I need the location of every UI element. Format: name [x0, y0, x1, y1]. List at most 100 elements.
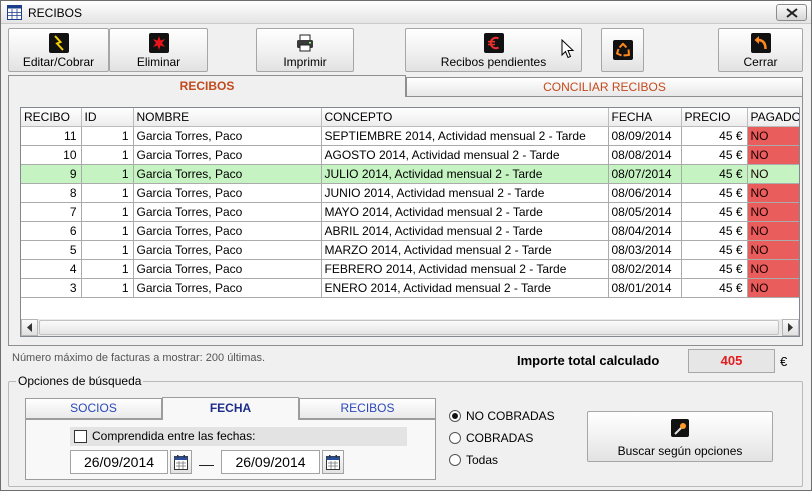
radio-no-cobradas[interactable] [449, 410, 461, 422]
cell-id: 1 [80, 183, 134, 203]
table-row[interactable]: 3 1 Garcia Torres, Paco ENERO 2014, Acti… [21, 278, 799, 298]
table-row[interactable]: 10 1 Garcia Torres, Paco AGOSTO 2014, Ac… [21, 145, 799, 165]
table-row[interactable]: 4 1 Garcia Torres, Paco FEBRERO 2014, Ac… [21, 259, 799, 279]
cell-nombre: Garcia Torres, Paco [132, 183, 322, 203]
cell-precio: 45 € [680, 145, 748, 165]
cell-nombre: Garcia Torres, Paco [132, 126, 322, 146]
close-label: Cerrar [743, 55, 778, 69]
cell-fecha: 08/02/2014 [607, 259, 682, 279]
calendar-icon [174, 455, 188, 470]
table-row[interactable]: 8 1 Garcia Torres, Paco JUNIO 2014, Acti… [21, 183, 799, 203]
date-from-calendar-button[interactable] [170, 450, 192, 474]
print-label: Imprimir [283, 55, 327, 69]
tab-fecha[interactable]: FECHA [162, 397, 299, 420]
delete-label: Eliminar [136, 55, 181, 69]
cell-precio: 45 € [680, 278, 748, 298]
exit-arrow-icon [750, 33, 771, 53]
cell-pagado: NO [746, 202, 799, 222]
table-row[interactable]: 11 1 Garcia Torres, Paco SEPTIEMBRE 2014… [21, 126, 799, 146]
cell-precio: 45 € [680, 221, 748, 241]
radio-todas[interactable] [449, 454, 461, 466]
column-header-precio[interactable]: PRECIO [680, 108, 748, 127]
cell-recibo: 4 [21, 259, 82, 279]
scroll-left-button[interactable] [21, 319, 38, 336]
table-row[interactable]: 6 1 Garcia Torres, Paco ABRIL 2014, Acti… [21, 221, 799, 241]
cell-concepto: SEPTIEMBRE 2014, Actividad mensual 2 - T… [320, 126, 609, 146]
column-header-recibo[interactable]: RECIBO [21, 108, 82, 127]
cell-concepto: ABRIL 2014, Actividad mensual 2 - Tarde [320, 221, 609, 241]
column-header-concepto[interactable]: CONCEPTO [320, 108, 609, 127]
column-header-id[interactable]: ID [80, 108, 134, 127]
cell-nombre: Garcia Torres, Paco [132, 259, 322, 279]
cell-fecha: 08/07/2014 [607, 164, 682, 184]
column-header-nombre[interactable]: NOMBRE [132, 108, 322, 127]
column-header-fecha[interactable]: FECHA [607, 108, 682, 127]
cell-precio: 45 € [680, 183, 748, 203]
cell-concepto: JULIO 2014, Actividad mensual 2 - Tarde [320, 164, 609, 184]
max-invoices-note: Número máximo de facturas a mostrar: 200… [12, 352, 266, 364]
scrollbar-thumb[interactable] [39, 320, 779, 335]
receipts-grid[interactable]: RECIBO ID NOMBRE CONCEPTO FECHA PRECIO P… [20, 107, 800, 337]
lightning-icon [48, 33, 69, 53]
date-to-field[interactable]: 26/09/2014 [221, 450, 320, 474]
date-range-checkbox[interactable] [74, 430, 87, 443]
printer-icon [297, 34, 313, 52]
table-row[interactable]: 7 1 Garcia Torres, Paco MAYO 2014, Activ… [21, 202, 799, 222]
horizontal-scrollbar[interactable] [21, 319, 799, 336]
cell-id: 1 [80, 221, 134, 241]
total-label: Importe total calculado [517, 353, 660, 368]
pending-receipts-button[interactable]: Recibos pendientes [405, 28, 582, 72]
cell-fecha: 08/04/2014 [607, 221, 682, 241]
cell-precio: 45 € [680, 126, 748, 146]
euro-icon [483, 33, 504, 53]
radio-cobradas[interactable] [449, 432, 461, 444]
arrow-left-icon [27, 323, 32, 332]
radio-cobradas-label[interactable]: COBRADAS [466, 431, 533, 445]
window-title: RECIBOS [28, 6, 83, 20]
total-value: 405 [688, 349, 775, 373]
cell-fecha: 08/08/2014 [607, 145, 682, 165]
cell-nombre: Garcia Torres, Paco [132, 278, 322, 298]
window-close-button[interactable] [776, 4, 807, 21]
cell-nombre: Garcia Torres, Paco [132, 164, 322, 184]
date-range-label[interactable]: Comprendida entre las fechas: [92, 429, 255, 443]
cell-pagado: NO [746, 259, 799, 279]
tab-conciliar-recibos[interactable]: CONCILIAR RECIBOS [406, 77, 803, 97]
cell-precio: 45 € [680, 164, 748, 184]
search-button-label: Buscar según opciones [617, 444, 743, 458]
search-options-title: Opciones de búsqueda [16, 374, 144, 388]
cell-pagado: NO [746, 240, 799, 260]
delete-button[interactable]: Eliminar [109, 28, 208, 72]
edit-charge-label: Editar/Cobrar [22, 55, 95, 69]
edit-charge-button[interactable]: Editar/Cobrar [8, 28, 109, 72]
cell-id: 1 [80, 259, 134, 279]
cell-concepto: JUNIO 2014, Actividad mensual 2 - Tarde [320, 183, 609, 203]
cell-nombre: Garcia Torres, Paco [132, 221, 322, 241]
receipts-table: RECIBO ID NOMBRE CONCEPTO FECHA PRECIO P… [21, 108, 799, 298]
close-button[interactable]: Cerrar [718, 28, 803, 72]
cell-recibo: 8 [21, 183, 82, 203]
date-range-separator [199, 465, 214, 466]
refresh-button[interactable] [601, 28, 644, 72]
table-row[interactable]: 9 1 Garcia Torres, Paco JULIO 2014, Acti… [21, 164, 799, 184]
scroll-right-button[interactable] [782, 319, 799, 336]
tab-socios[interactable]: SOCIOS [25, 398, 162, 419]
date-from-field[interactable]: 26/09/2014 [70, 450, 168, 474]
table-header-row: RECIBO ID NOMBRE CONCEPTO FECHA PRECIO P… [21, 108, 799, 127]
tab-recibos[interactable]: RECIBOS [8, 75, 406, 97]
radio-todas-label[interactable]: Todas [466, 453, 498, 467]
date-to-calendar-button[interactable] [322, 450, 344, 474]
print-button[interactable]: Imprimir [256, 28, 354, 72]
cell-pagado: NO [746, 278, 799, 298]
title-bar: RECIBOS [1, 1, 811, 24]
search-button[interactable]: Buscar según opciones [587, 411, 773, 462]
column-header-pagado[interactable]: PAGADO [746, 108, 799, 127]
table-row[interactable]: 5 1 Garcia Torres, Paco MARZO 2014, Acti… [21, 240, 799, 260]
tab-recibos-search[interactable]: RECIBOS [299, 398, 436, 419]
cell-nombre: Garcia Torres, Paco [132, 145, 322, 165]
cell-precio: 45 € [680, 240, 748, 260]
cell-id: 1 [80, 278, 134, 298]
recycle-icon [612, 40, 633, 60]
radio-no-cobradas-label[interactable]: NO COBRADAS [466, 409, 555, 423]
cell-pagado: NO [746, 221, 799, 241]
